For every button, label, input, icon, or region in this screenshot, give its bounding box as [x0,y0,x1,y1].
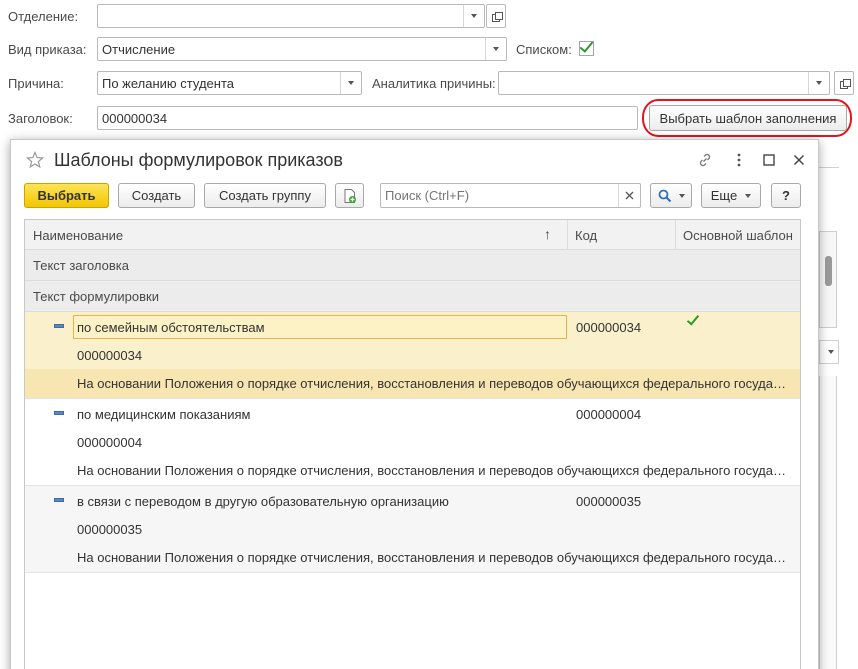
create-group-button[interactable]: Создать группу [204,183,326,208]
clear-search-button[interactable] [618,184,639,207]
row-name: в связи с переводом в другую образовател… [77,494,449,509]
column-code-header[interactable]: Код [575,228,597,243]
search-input[interactable] [385,187,615,204]
heading-label: Заголовок: [8,111,73,126]
add-copy-icon [344,188,356,203]
list-checkbox[interactable] [579,38,594,56]
column-divider [675,220,676,250]
search-button[interactable] [650,183,692,208]
minus-icon [54,498,64,502]
add-copy-button[interactable] [335,183,364,208]
highlight-annotation [642,99,852,137]
chevron-down-icon [816,81,822,85]
help-button[interactable]: ? [771,183,801,208]
more-vertical-icon[interactable] [731,152,747,168]
clear-icon [625,191,633,200]
minus-icon [54,411,64,415]
chevron-down-icon [348,81,354,85]
table-row[interactable]: по медицинским показаниям 000000004 0000… [25,399,800,486]
row-heading: 000000034 [77,348,143,363]
minus-icon [54,324,64,328]
row-text: На основании Положения о порядке отчисле… [77,463,789,478]
heading-value: 000000034 [102,111,168,126]
subheader-label: Текст заголовка [33,258,130,273]
column-default-header[interactable]: Основной шаблон [683,228,793,243]
reason-analytics-label: Аналитика причины: [372,76,496,91]
reason-analytics-open-button[interactable] [834,71,854,95]
check-icon [579,38,594,53]
department-open-button[interactable] [486,4,506,28]
reason-analytics-dropdown-button[interactable] [808,72,829,94]
reason-analytics-field[interactable] [498,71,830,95]
background-scrollbar[interactable] [819,231,837,328]
list-label: Списком: [516,42,572,57]
subheader-label: Текст формулировки [33,289,159,304]
subheader-heading-text: Текст заголовка [25,250,800,281]
order-type-field[interactable]: Отчисление [97,37,507,61]
templates-table: Наименование ↑ Код Основной шаблон Текст… [24,219,801,669]
table-row[interactable]: в связи с переводом в другую образовател… [25,486,800,573]
order-type-dropdown-button[interactable] [485,38,506,60]
reason-value: По желанию студента [102,76,234,91]
row-name: по медицинским показаниям [77,407,251,422]
close-icon[interactable] [791,152,807,168]
chevron-down-icon [493,47,499,51]
sort-asc-icon: ↑ [544,226,551,242]
column-name-header[interactable]: Наименование [33,228,123,243]
department-field[interactable] [97,4,485,28]
reason-label: Причина: [8,76,64,91]
row-code: 000000004 [576,407,642,422]
chevron-down-icon [745,193,752,198]
background-dropdown[interactable] [819,340,839,364]
row-heading: 000000004 [77,435,143,450]
search-field[interactable] [380,183,641,208]
row-heading: 000000035 [77,522,143,537]
check-icon [686,312,700,326]
row-code: 000000034 [576,320,642,335]
open-icon [839,78,851,89]
row-code: 000000035 [576,494,642,509]
star-icon[interactable] [26,151,44,169]
search-icon [658,189,672,203]
templates-dialog: Шаблоны формулировок приказов Выбрать Со… [10,139,819,669]
chevron-down-icon [679,194,685,198]
row-name: по семейным обстоятельствам [77,320,265,335]
background-table-edge [819,376,837,669]
order-type-label: Вид приказа: [8,42,87,57]
column-divider [567,220,568,250]
dialog-title: Шаблоны формулировок приказов [54,150,343,170]
create-button[interactable]: Создать [118,183,195,208]
more-button[interactable]: Еще [701,183,761,208]
row-text: На основании Положения о порядке отчисле… [77,376,789,391]
link-icon[interactable] [697,152,713,168]
table-header: Наименование ↑ Код Основной шаблон [25,220,800,250]
department-dropdown-button[interactable] [463,5,484,27]
chevron-down-icon [471,14,477,18]
table-row[interactable]: по семейным обстоятельствам 000000034 00… [25,312,800,399]
reason-dropdown-button[interactable] [340,72,361,94]
scrollbar-thumb[interactable] [825,256,832,286]
department-label: Отделение: [8,9,79,24]
subheader-formulation-text: Текст формулировки [25,281,800,312]
chevron-down-icon [828,350,834,354]
select-button[interactable]: Выбрать [24,183,109,208]
order-type-value: Отчисление [102,42,176,57]
reason-field[interactable]: По желанию студента [97,71,362,95]
background-panel-edge [819,167,839,168]
more-label: Еще [710,188,738,203]
heading-field[interactable]: 000000034 [97,106,638,130]
row-text: На основании Положения о порядке отчисле… [77,550,789,565]
open-icon [491,11,503,22]
maximize-icon[interactable] [761,152,777,168]
